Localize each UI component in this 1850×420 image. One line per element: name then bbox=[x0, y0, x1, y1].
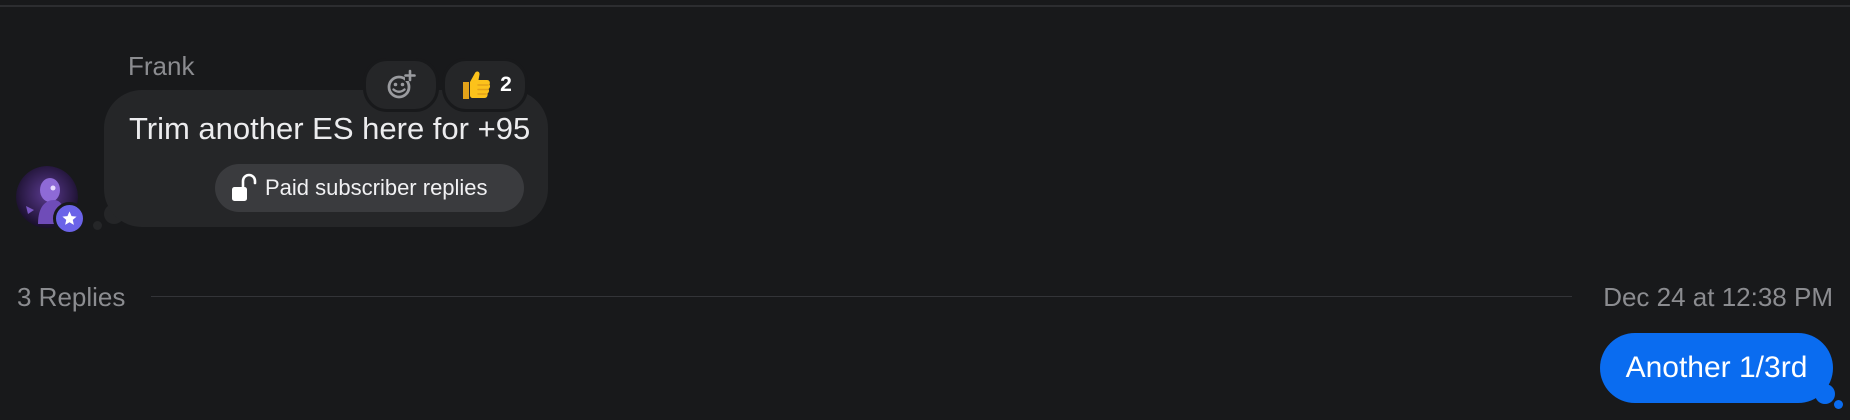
thumbs-up-icon bbox=[463, 71, 491, 99]
star-icon bbox=[62, 211, 77, 225]
outgoing-message-bubble[interactable]: Another 1/3rd bbox=[1600, 333, 1833, 403]
add-reaction-icon bbox=[387, 69, 416, 99]
subscriber-badge bbox=[53, 202, 86, 235]
paid-subscriber-replies-button[interactable]: Paid subscriber replies bbox=[215, 164, 524, 212]
unlocked-lock-icon bbox=[232, 173, 257, 201]
replies-count[interactable]: 3 Replies bbox=[17, 282, 125, 313]
top-divider bbox=[0, 5, 1850, 7]
chat-thread: Frank Trim another ES here for +95 Paid … bbox=[0, 0, 1850, 420]
timestamp: Dec 24 at 12:38 PM bbox=[1603, 282, 1833, 312]
bubble-tail-dot bbox=[93, 221, 102, 230]
outgoing-tail-dot bbox=[1834, 400, 1843, 409]
message-text: Trim another ES here for +95 bbox=[129, 111, 531, 146]
thumbs-up-count: 2 bbox=[500, 73, 512, 96]
paid-subscriber-replies-label: Paid subscriber replies bbox=[265, 175, 488, 200]
thumbs-up-reaction[interactable]: 2 bbox=[442, 58, 528, 112]
outgoing-message-text: Another 1/3rd bbox=[1625, 351, 1808, 384]
sender-name[interactable]: Frank bbox=[128, 51, 194, 82]
replies-divider bbox=[151, 296, 1572, 297]
add-reaction-button[interactable] bbox=[363, 58, 439, 112]
